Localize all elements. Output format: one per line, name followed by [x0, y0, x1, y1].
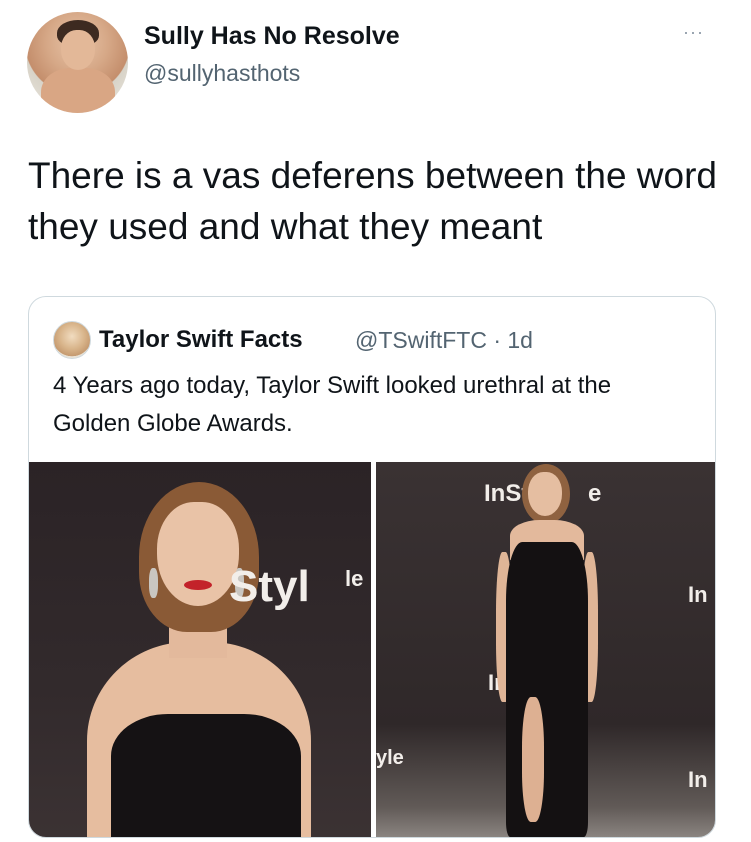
quoted-author-meta: @TSwiftFTC · 1d	[355, 327, 533, 353]
tweet-text: There is a vas deferens between the word…	[28, 155, 717, 247]
backdrop-logo-text: Styl	[229, 562, 310, 611]
quoted-author-avatar[interactable]	[53, 321, 91, 359]
quoted-author-name[interactable]: Taylor Swift Facts	[99, 326, 303, 354]
backdrop-logo-text: yle	[376, 747, 404, 769]
author-avatar[interactable]	[27, 12, 128, 113]
photo-right[interactable]: yle InSt e In In In	[376, 462, 715, 837]
backdrop-logo-text: e	[588, 480, 602, 507]
backdrop-logo-text: In	[688, 767, 708, 792]
author-handle[interactable]: @sullyhasthots	[144, 60, 300, 87]
photo-left[interactable]: Styl le	[29, 462, 371, 837]
quoted-tweet[interactable]: Taylor Swift Facts @TSwiftFTC · 1d 4 Yea…	[28, 296, 716, 838]
quoted-tweet-text: 4 Years ago today, Taylor Swift looked u…	[53, 372, 612, 437]
backdrop-logo-text: le	[345, 566, 364, 591]
author-name[interactable]: Sully Has No Resolve	[144, 22, 400, 51]
more-options-icon[interactable]: ···	[683, 22, 704, 43]
backdrop-logo-text: In	[688, 582, 708, 607]
